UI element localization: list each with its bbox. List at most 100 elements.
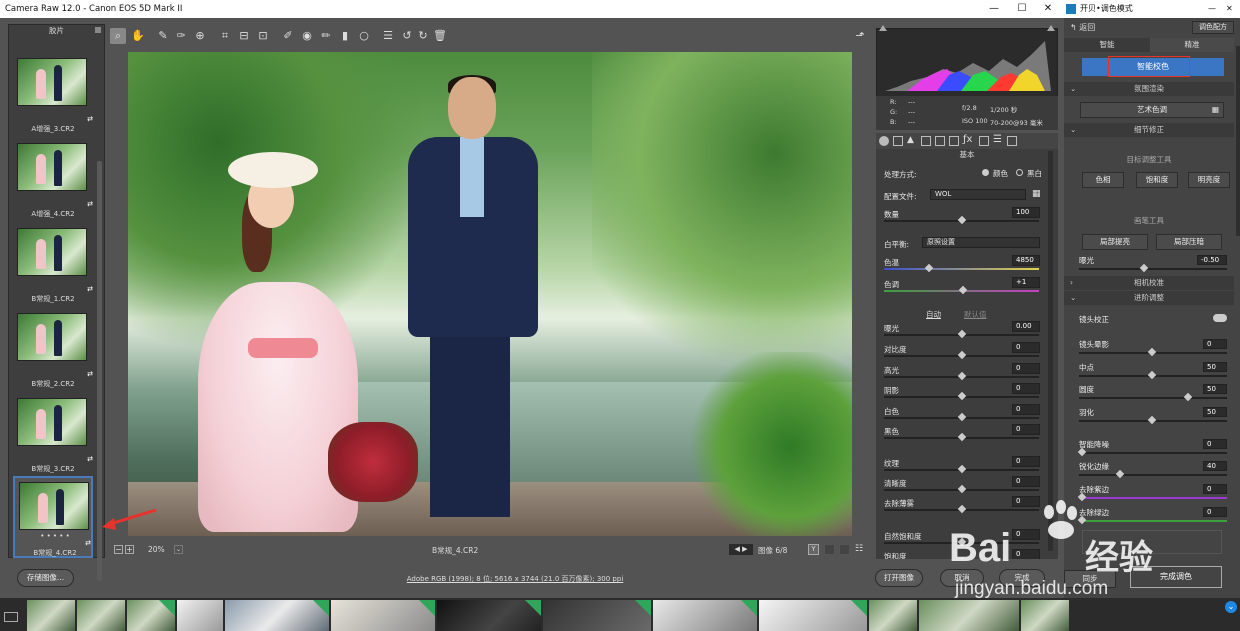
slider-value[interactable]: 0	[1203, 507, 1227, 517]
tint-value[interactable]: +1	[1012, 277, 1040, 288]
tab-smart[interactable]: 智能	[1064, 38, 1150, 52]
strip-thumb[interactable]	[543, 600, 651, 631]
wb-select[interactable]: 原照设置	[922, 237, 1040, 248]
adjust-slider[interactable]	[884, 432, 1039, 442]
crop-icon[interactable]: ⌗	[217, 28, 233, 44]
scheme-button[interactable]: 调色配方	[1192, 21, 1234, 34]
transform-icon[interactable]: ⊡	[255, 28, 271, 44]
tint-slider[interactable]	[884, 285, 1039, 295]
slider-value[interactable]: 0	[1012, 363, 1040, 374]
slider-value[interactable]: 0	[1012, 342, 1040, 353]
slider-value[interactable]: 0	[1203, 484, 1227, 494]
highlight-clipping-icon[interactable]	[1047, 25, 1055, 31]
color-radio[interactable]	[982, 169, 989, 176]
split-toning-tab-icon[interactable]	[935, 136, 945, 146]
zoom-level[interactable]: 20%	[148, 545, 165, 554]
brightness-button[interactable]: 明亮度	[1188, 172, 1230, 188]
before-after-y-button[interactable]: Y	[808, 544, 819, 555]
adjust-slider[interactable]	[1079, 392, 1227, 402]
filmstrip-thumbnail[interactable]: ⇄ A增强_4.CR2	[13, 139, 93, 219]
lens-tab-icon[interactable]	[949, 136, 959, 146]
save-image-button[interactable]: 存储图像...	[17, 569, 74, 587]
slider-value[interactable]: 0.00	[1012, 321, 1040, 332]
zoom-out-button[interactable]: −	[114, 545, 123, 554]
slider-value[interactable]: 50	[1203, 362, 1227, 372]
star-rating[interactable]: • • • • •	[15, 532, 95, 540]
adjust-slider[interactable]	[884, 464, 1039, 474]
rotate-right-icon[interactable]: ↻	[415, 28, 431, 44]
toggle-settings-icon[interactable]: ☷	[855, 544, 868, 555]
target-adjust-icon[interactable]: ⊕	[192, 28, 208, 44]
slider-value[interactable]: 0	[1012, 476, 1040, 487]
back-button[interactable]: ↰ 返回	[1070, 22, 1095, 33]
workflow-options-link[interactable]: Adobe RGB (1998); 8 位; 5616 x 3744 (21.0…	[395, 574, 635, 584]
basic-tab-icon[interactable]	[879, 136, 889, 146]
snapshots-tab-icon[interactable]	[1007, 136, 1017, 146]
strip-thumb[interactable]	[759, 600, 867, 631]
auto-link[interactable]: 自动	[926, 309, 941, 320]
temp-value[interactable]: 4850	[1012, 255, 1040, 266]
temp-slider[interactable]	[884, 263, 1039, 273]
image-preview[interactable]	[128, 52, 852, 536]
adjust-slider[interactable]	[1079, 347, 1227, 357]
hue-button[interactable]: 色相	[1082, 172, 1124, 188]
open-image-button[interactable]: 打开图像	[875, 569, 923, 587]
adjust-slider[interactable]	[1077, 447, 1227, 457]
strip-thumb[interactable]	[653, 600, 757, 631]
plugin-scrollbar[interactable]	[1236, 46, 1240, 236]
trash-icon[interactable]: 🗑	[432, 28, 448, 44]
slider-value[interactable]: 50	[1203, 384, 1227, 394]
exposure-slider[interactable]	[1079, 263, 1227, 273]
slider-value[interactable]: 40	[1203, 461, 1227, 471]
slider-value[interactable]: 0	[1012, 383, 1040, 394]
adjust-slider[interactable]	[884, 350, 1039, 360]
adjust-slider[interactable]	[1079, 370, 1227, 380]
amount-slider[interactable]	[884, 215, 1039, 225]
effects-tab-icon[interactable]: ƒx	[963, 134, 972, 145]
strip-thumb[interactable]	[27, 600, 75, 631]
slider-value[interactable]: 0	[1203, 439, 1227, 449]
exposure-value[interactable]: -0.50	[1197, 255, 1227, 265]
shadow-clipping-icon[interactable]	[879, 25, 887, 31]
amount-value[interactable]: 100	[1012, 207, 1040, 218]
maximize-button[interactable]: ☐	[1008, 0, 1036, 18]
minimize-button[interactable]: —	[980, 0, 1008, 18]
strip-thumb[interactable]	[869, 600, 917, 631]
strip-thumb[interactable]	[225, 600, 329, 631]
section-atmosphere[interactable]: ⌄ 氛围渲染	[1064, 82, 1234, 96]
art-color-button[interactable]: 艺术色调 ▦	[1080, 102, 1224, 118]
adjust-slider[interactable]	[1077, 492, 1227, 502]
filmstrip-thumbnail[interactable]: • • • • • ⇄ B常规_4.CR2	[13, 476, 93, 558]
swap-before-after-icon[interactable]	[824, 544, 835, 555]
filmstrip-thumbnail[interactable]: ⇄ B常规_1.CR2	[13, 224, 93, 304]
slider-value[interactable]: 0	[1203, 339, 1227, 349]
spot-removal-icon[interactable]: ✐	[280, 28, 296, 44]
plugin-minimize-button[interactable]: —	[1208, 0, 1216, 18]
hsl-tab-icon[interactable]	[921, 136, 931, 146]
tone-curve-tab-icon[interactable]	[893, 136, 903, 146]
strip-thumb[interactable]	[77, 600, 125, 631]
profile-browser-icon[interactable]: ▦	[1032, 189, 1044, 200]
lens-fix-toggle[interactable]	[1213, 314, 1227, 322]
slider-value[interactable]: 0	[1012, 404, 1040, 415]
red-eye-icon[interactable]: ◉	[299, 28, 315, 44]
local-press-button[interactable]: 局部压暗	[1156, 234, 1222, 250]
adjust-slider[interactable]	[1079, 415, 1227, 425]
strip-thumb[interactable]	[127, 600, 175, 631]
adjust-slider[interactable]	[884, 484, 1039, 494]
white-balance-icon[interactable]: ✎	[155, 28, 171, 44]
detail-tab-icon[interactable]: ▲	[907, 135, 914, 145]
radial-filter-icon[interactable]: ○	[356, 28, 372, 44]
graduated-filter-icon[interactable]: ▮	[337, 28, 353, 44]
calibration-tab-icon[interactable]	[979, 136, 989, 146]
adjustment-brush-icon[interactable]: ✏	[318, 28, 334, 44]
adjust-slider[interactable]	[884, 391, 1039, 401]
prev-next-buttons[interactable]: ◀ ▶	[729, 544, 753, 555]
bw-radio[interactable]	[1016, 169, 1023, 176]
photo-icon[interactable]	[4, 612, 18, 622]
local-lift-button[interactable]: 局部提亮	[1082, 234, 1148, 250]
default-link[interactable]: 默认值	[964, 309, 987, 320]
straighten-icon[interactable]: ⊟	[236, 28, 252, 44]
strip-thumb[interactable]	[331, 600, 435, 631]
slider-value[interactable]: 0	[1012, 456, 1040, 467]
